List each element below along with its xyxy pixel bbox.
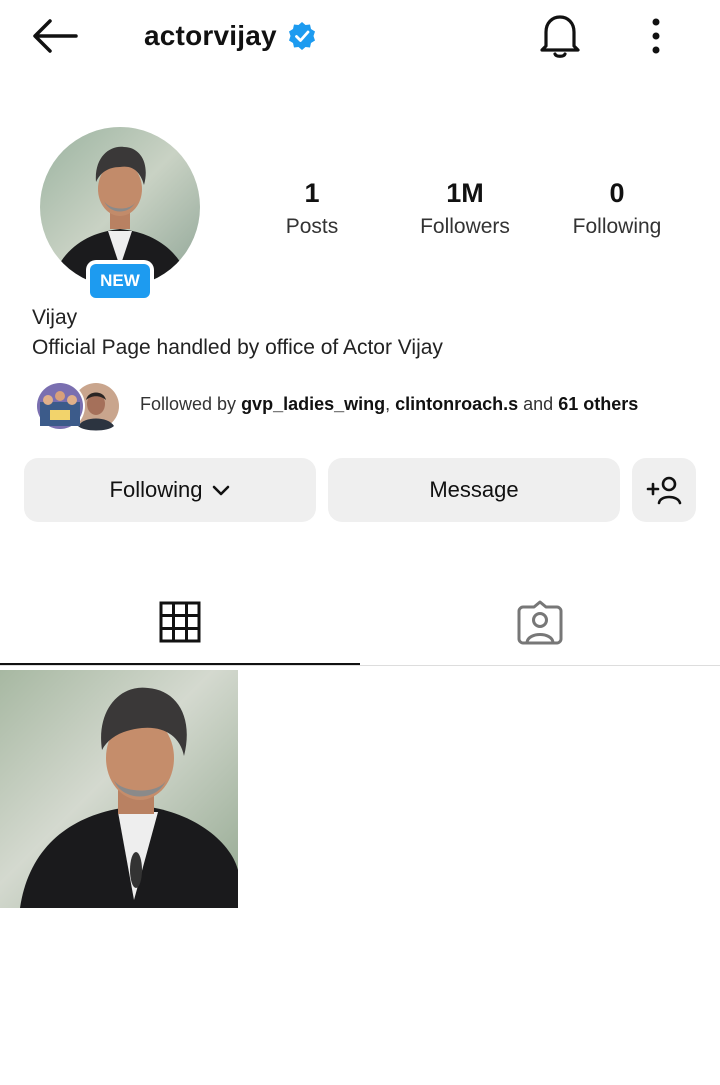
grid-icon: [159, 601, 201, 643]
profile-header: actorvijay: [144, 14, 317, 58]
verified-badge-icon: [288, 22, 315, 50]
following-button-label: Following: [109, 477, 203, 502]
mutual-separator: ,: [385, 394, 396, 414]
message-button[interactable]: Message: [328, 458, 620, 522]
new-badge: NEW: [86, 260, 154, 302]
notifications-button[interactable]: [536, 10, 584, 60]
profile-name: Vijay: [32, 306, 78, 329]
following-stat[interactable]: 0 Following: [542, 176, 692, 244]
following-label: Following: [572, 215, 662, 238]
more-vertical-icon: [652, 18, 660, 54]
page-title: actorvijay: [144, 20, 277, 51]
mutual-user-2[interactable]: clintonroach.s: [395, 394, 518, 414]
message-button-label: Message: [429, 477, 519, 502]
followers-label: Followers: [420, 215, 510, 238]
tab-divider: [0, 665, 720, 666]
following-button[interactable]: Following: [24, 458, 316, 522]
tab-posts-grid[interactable]: [0, 578, 360, 666]
following-count: 0: [609, 178, 625, 208]
more-options-button[interactable]: [640, 14, 672, 58]
posts-stat[interactable]: 1 Posts: [237, 176, 387, 244]
mutual-others[interactable]: 61 others: [558, 394, 638, 414]
posts-count: 1: [304, 178, 320, 208]
tab-tagged[interactable]: [360, 578, 720, 666]
tagged-person-icon: [517, 600, 563, 645]
followed-by-text[interactable]: Followed by gvp_ladies_wing, clintonroac…: [140, 394, 638, 415]
followed-by-prefix: Followed by: [140, 394, 242, 414]
back-button[interactable]: [30, 16, 82, 56]
add-user-icon: [646, 476, 682, 505]
arrow-left-icon: [33, 19, 78, 53]
followers-count: 1M: [446, 178, 484, 208]
bell-icon: [540, 15, 580, 58]
profile-bio: Official Page handled by office of Actor…: [32, 336, 443, 359]
new-badge-label: NEW: [90, 264, 150, 298]
post-image: [0, 670, 238, 908]
mutual-followers-avatars[interactable]: [34, 380, 124, 432]
mutual-avatar-images: [35, 381, 121, 431]
followers-stat[interactable]: 1M Followers: [390, 176, 540, 244]
posts-label: Posts: [285, 215, 339, 238]
mutual-user-1[interactable]: gvp_ladies_wing: [241, 394, 385, 414]
post-thumbnail[interactable]: [0, 670, 238, 908]
chevron-down-icon: [213, 485, 230, 496]
mutual-and: and: [518, 394, 559, 414]
add-user-button[interactable]: [632, 458, 696, 522]
